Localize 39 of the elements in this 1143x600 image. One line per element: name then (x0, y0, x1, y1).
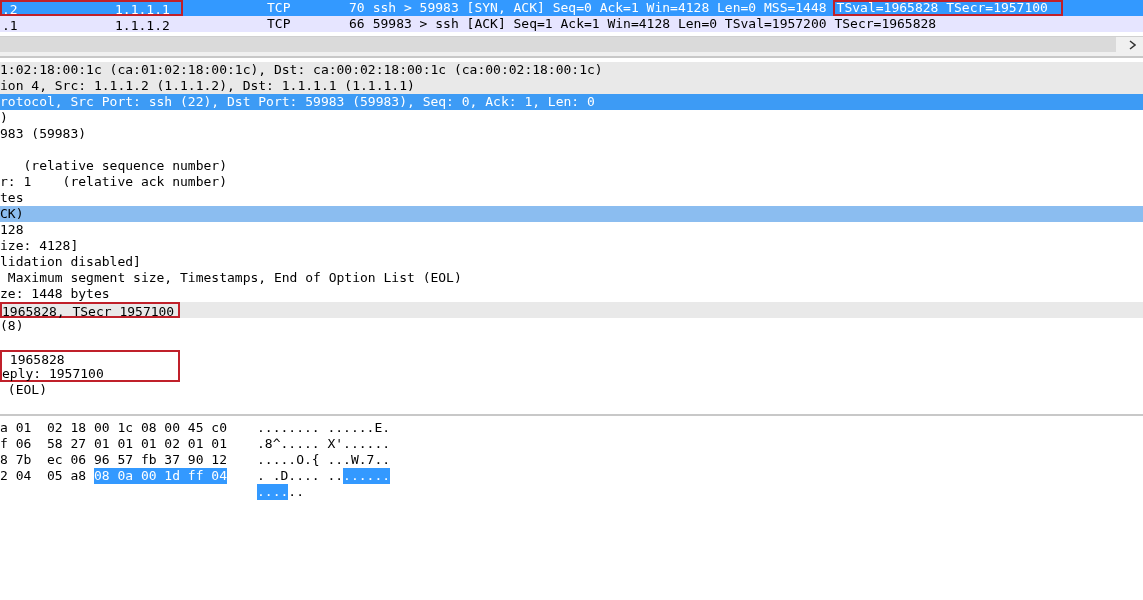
detail-line[interactable]: Maximum segment size, Timestamps, End of Option List (EOL) (0, 270, 462, 286)
hex-bytes-selected: 08 0a 00 1d ff 04 (93, 468, 227, 484)
ascii-text: .....O.{ ...W.7.. (257, 452, 391, 468)
detail-line[interactable]: ize: 4128] (0, 238, 79, 254)
detail-line[interactable]: (8) (0, 318, 24, 334)
ascii-text: ........ ......E. (257, 420, 391, 436)
packet-info: ssh > 59983 [SYN, ACK] Seq=0 Ack=1 Win=4128 Len=0 MSS=1448 (372, 0, 827, 16)
detail-line[interactable]: CK) (0, 206, 24, 222)
packet-protocol: TCP (267, 16, 292, 32)
ascii-selected: ...... (343, 468, 391, 484)
packet-number: .2 (2, 2, 19, 14)
packet-source: 1.1.1.1 (115, 2, 170, 14)
packet-number: .1 (2, 18, 19, 30)
hex-bytes: a 01 02 18 00 1c 08 00 45 c0 (0, 420, 227, 436)
ascii-text: .. (288, 484, 304, 500)
detail-line[interactable]: (EOL) (0, 382, 47, 398)
detail-line[interactable]: (relative sequence number) (0, 158, 227, 174)
detail-line[interactable]: lidation disabled] (0, 254, 141, 270)
horizontal-scrollbar[interactable] (0, 36, 1116, 53)
detail-line[interactable]: 128 (0, 222, 24, 238)
packet-info: 59983 > ssh [ACK] Seq=1 Ack=1 Win=4128 Len=0 TSval=1957200 TSecr=1965828 (372, 16, 937, 32)
detail-line[interactable]: 983 (59983) (0, 126, 87, 142)
ascii-selected: .... (257, 484, 289, 500)
packet-source: 1.1.1.2 (115, 18, 170, 30)
detail-line[interactable]: ze: 1448 bytes (0, 286, 110, 302)
ascii-text: . .D.... .. (257, 468, 344, 484)
packet-length: 66 (349, 16, 365, 32)
hex-bytes: 2 04 05 a8 (0, 468, 88, 484)
packet-info: TSval=1965828 TSecr=1957100 (832, 0, 1063, 16)
hex-bytes: 8 7b ec 06 96 57 fb 37 90 12 (0, 452, 227, 468)
detail-line[interactable]: r: 1 (relative ack number) (0, 174, 227, 190)
hex-bytes: f 06 58 27 01 01 01 02 01 01 (0, 436, 227, 452)
packet-protocol: TCP (267, 0, 292, 16)
detail-line[interactable]: tes (0, 190, 24, 206)
ascii-text: .8^..... X'...... (257, 436, 391, 452)
scroll-right-icon[interactable] (1129, 39, 1136, 50)
detail-line[interactable]: ) (0, 110, 8, 126)
packet-row[interactable]: .1 1.1.1.2 TCP 66 59983 > ssh [ACK] Seq=1 Ack=1 Win=4128 Len=0 TSval=1957200 TSecr=1965828 (0, 16, 1143, 32)
packet-length: 70 (349, 0, 365, 16)
